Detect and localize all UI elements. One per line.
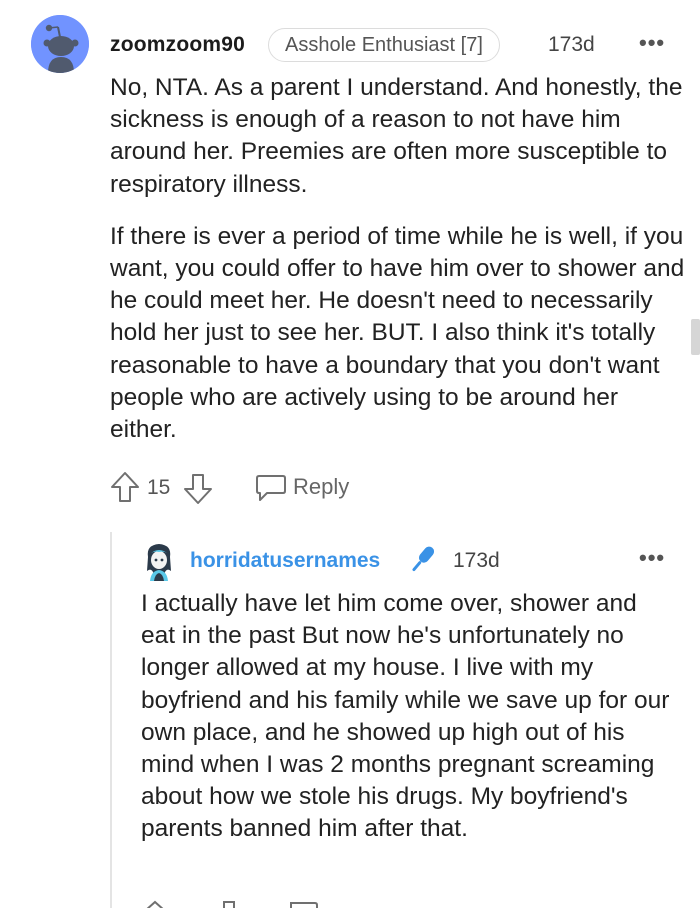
reply-age: 173d xyxy=(453,549,500,572)
comment-body: No, NTA. As a parent I understand. And h… xyxy=(110,72,685,446)
reply-paragraph: I actually have let him come over, showe… xyxy=(141,590,670,843)
comment-username[interactable]: zoomzoom90 xyxy=(110,33,245,57)
downvote-arrow-icon xyxy=(184,474,212,504)
comment-paragraph: If there is ever a period of time while … xyxy=(110,222,685,444)
downvote-button[interactable] xyxy=(183,472,213,506)
reply-more-options-button[interactable]: ••• xyxy=(639,545,665,571)
reply-label: Reply xyxy=(293,474,350,499)
op-microphone-badge xyxy=(404,542,440,578)
downvote-arrow-icon xyxy=(223,901,235,908)
vote-count: 15 xyxy=(147,476,171,499)
user-avatar[interactable] xyxy=(31,15,89,73)
reply-bubble-icon xyxy=(290,902,318,908)
snoo-avatar-icon xyxy=(31,15,89,73)
reply-reply-button[interactable] xyxy=(287,900,327,908)
comment-age: 173d xyxy=(548,33,595,56)
thread-line[interactable] xyxy=(110,532,112,908)
reply-button[interactable]: Reply xyxy=(255,472,375,504)
microphone-icon xyxy=(412,546,435,572)
reply-body: I actually have let him come over, showe… xyxy=(141,588,671,846)
user-flair: Asshole Enthusiast [7] xyxy=(268,28,500,62)
upvote-arrow-icon xyxy=(111,472,139,502)
reply-downvote-button[interactable] xyxy=(218,900,258,908)
reply-bubble-icon xyxy=(256,475,286,501)
more-options-button[interactable]: ••• xyxy=(639,30,665,56)
reply-username[interactable]: horridatusernames xyxy=(190,549,380,573)
reply-upvote-button[interactable] xyxy=(142,900,182,908)
comment-paragraph: No, NTA. As a parent I understand. And h… xyxy=(110,74,683,198)
scrollbar-thumb[interactable] xyxy=(691,319,700,355)
upvote-button[interactable] xyxy=(110,470,140,504)
reply-user-avatar[interactable] xyxy=(142,541,176,581)
custom-avatar-icon xyxy=(147,544,171,581)
upvote-arrow-icon xyxy=(146,900,164,908)
